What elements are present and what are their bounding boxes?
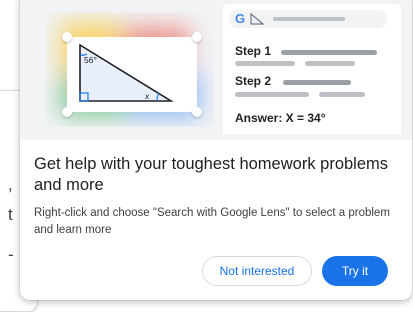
google-g-icon: G: [235, 11, 246, 26]
crop-handle: [192, 107, 202, 117]
promo-description: Right-click and choose "Search with Goog…: [34, 207, 390, 236]
triangle-card: 56° x: [62, 32, 202, 117]
promo-title: Get help with your toughest homework pro…: [34, 155, 389, 194]
placeholder-bar: [283, 80, 351, 85]
placeholder-bar: [319, 92, 365, 97]
lens-promo-popup: 56° x G Step 1 Step 2 Answer: X = 34° Ge…: [20, 0, 412, 300]
placeholder-bar: [235, 92, 309, 97]
placeholder-bar: [305, 61, 355, 66]
promo-illustration: 56° x G Step 1 Step 2 Answer: X = 34°: [20, 0, 412, 140]
search-bar: G: [229, 10, 387, 28]
placeholder-bar: [235, 61, 295, 66]
answer-label: Answer: X = 34°: [235, 111, 326, 125]
not-interested-button[interactable]: Not interested: [202, 256, 312, 286]
step-1-label: Step 1: [235, 44, 272, 58]
placeholder-bar: [273, 17, 345, 21]
crop-handle: [62, 32, 72, 42]
placeholder-bar: [281, 50, 377, 55]
background-text-fragment: t: [8, 205, 13, 224]
background-text-fragment: ,: [8, 175, 13, 194]
angle-label: 56°: [84, 55, 97, 65]
try-it-button[interactable]: Try it: [322, 256, 388, 286]
step-2-label: Step 2: [235, 74, 272, 88]
background-text-fragment: -: [8, 245, 14, 264]
right-triangle-diagram: 56° x: [79, 43, 174, 102]
steps-card: G Step 1 Step 2 Answer: X = 34°: [223, 4, 401, 134]
crop-handle: [192, 32, 202, 42]
crop-handle: [62, 107, 72, 117]
triangle-thumbnail-icon: [250, 13, 264, 25]
unknown-angle-label: x: [144, 91, 150, 101]
